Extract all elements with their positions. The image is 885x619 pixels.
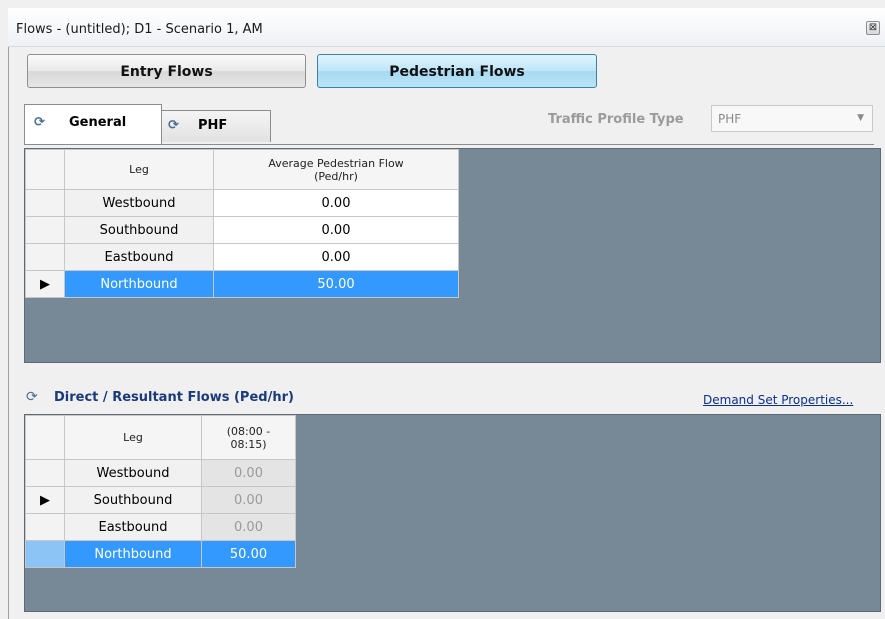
table-row[interactable]: Westbound 0.00 xyxy=(25,459,296,487)
traffic-profile-type-label: Traffic Profile Type xyxy=(548,112,684,127)
column-header-leg[interactable]: Leg xyxy=(64,415,202,460)
tab-settings-icon: ⟳ xyxy=(168,118,179,133)
table-row-selected[interactable]: Northbound 50.00 xyxy=(25,540,296,568)
leg-cell: Northbound xyxy=(64,270,214,298)
current-row-indicator-icon[interactable]: ▶ xyxy=(25,270,65,298)
general-grid: Leg Average Pedestrian Flow (Ped/hr) Wes… xyxy=(24,148,881,363)
current-row-indicator-icon[interactable]: ▶ xyxy=(25,486,65,514)
table-row-selected[interactable]: ▶ Northbound 50.00 xyxy=(25,270,459,298)
table-row[interactable]: Westbound 0.00 xyxy=(25,189,459,217)
leg-cell: Westbound xyxy=(64,189,214,217)
tab-panel-border xyxy=(24,144,874,145)
direct-flows-grid: Leg (08:00 - 08:15) Westbound 0.00 ▶ Sou… xyxy=(24,414,881,612)
flow-value-cell[interactable]: 0.00 xyxy=(213,189,459,217)
tab-general-label: General xyxy=(69,115,127,130)
flow-value-cell[interactable]: 0.00 xyxy=(213,216,459,244)
row-header[interactable] xyxy=(25,459,65,487)
window-title: Flows - (untitled); D1 - Scenario 1, AM xyxy=(16,22,263,37)
tab-settings-icon: ⟳ xyxy=(34,115,45,130)
tab-phf-label: PHF xyxy=(198,118,228,133)
table-row[interactable]: ▶ Southbound 0.00 xyxy=(25,486,296,514)
pedestrian-flows-button[interactable]: Pedestrian Flows xyxy=(317,54,597,88)
column-header-avg-ped-flow[interactable]: Average Pedestrian Flow (Ped/hr) xyxy=(213,149,459,190)
column-header-leg[interactable]: Leg xyxy=(64,149,214,190)
row-header[interactable] xyxy=(25,189,65,217)
row-header[interactable] xyxy=(25,513,65,541)
flow-value-cell[interactable]: 0.00 xyxy=(213,243,459,271)
leg-cell: Eastbound xyxy=(64,243,214,271)
flow-value-cell: 50.00 xyxy=(201,540,296,568)
row-header[interactable] xyxy=(25,243,65,271)
table-row[interactable]: Eastbound 0.00 xyxy=(25,513,296,541)
flow-value-cell: 0.00 xyxy=(201,513,296,541)
direct-flows-icon: ⟳ xyxy=(26,389,38,405)
tab-general[interactable]: ⟳ General xyxy=(24,104,162,144)
entry-flows-button[interactable]: Entry Flows xyxy=(27,54,306,88)
flow-value-cell[interactable]: 50.00 xyxy=(213,270,459,298)
table-row[interactable]: Southbound 0.00 xyxy=(25,216,459,244)
leg-cell: Southbound xyxy=(64,216,214,244)
row-header[interactable] xyxy=(25,540,65,568)
leg-cell: Northbound xyxy=(64,540,202,568)
direct-flows-table: Leg (08:00 - 08:15) Westbound 0.00 ▶ Sou… xyxy=(25,415,296,568)
direct-flows-title: Direct / Resultant Flows (Ped/hr) xyxy=(54,390,294,405)
row-header-corner xyxy=(25,149,65,190)
leg-cell: Eastbound xyxy=(64,513,202,541)
chevron-down-icon: ▼ xyxy=(857,113,864,123)
tab-phf[interactable]: ⟳ PHF xyxy=(161,110,271,142)
demand-set-properties-link[interactable]: Demand Set Properties... xyxy=(703,393,853,407)
column-header-avg-ped-flow-label: Average Pedestrian Flow (Ped/hr) xyxy=(268,156,404,183)
leg-cell: Southbound xyxy=(64,486,202,514)
row-header-corner xyxy=(25,415,65,460)
column-header-time-period[interactable]: (08:00 - 08:15) xyxy=(201,415,296,460)
flow-value-cell: 0.00 xyxy=(201,459,296,487)
traffic-profile-type-value: PHF xyxy=(718,112,742,126)
close-icon[interactable]: ⊠ xyxy=(866,21,880,35)
traffic-profile-type-select[interactable]: PHF ▼ xyxy=(711,105,873,132)
flow-value-cell: 0.00 xyxy=(201,486,296,514)
column-header-time-period-label: (08:00 - 08:15) xyxy=(226,424,271,451)
pedestrian-flow-table: Leg Average Pedestrian Flow (Ped/hr) Wes… xyxy=(25,149,459,298)
table-row[interactable]: Eastbound 0.00 xyxy=(25,243,459,271)
row-header[interactable] xyxy=(25,216,65,244)
leg-cell: Westbound xyxy=(64,459,202,487)
